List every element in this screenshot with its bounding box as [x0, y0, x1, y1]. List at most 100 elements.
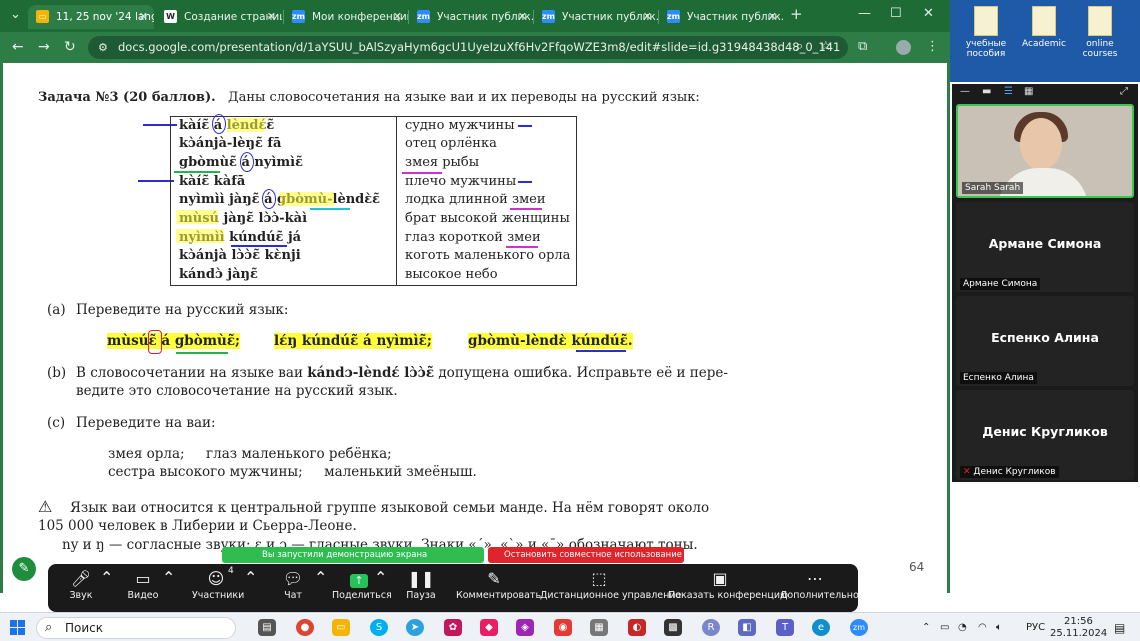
chevron-down-icon[interactable]: ⌃: [314, 568, 327, 587]
reload-icon[interactable]: ↻: [64, 39, 76, 55]
close-tab-icon[interactable]: ✕: [267, 5, 276, 29]
chat-button[interactable]: 💬︎ Чат: [280, 568, 306, 601]
pause-button[interactable]: ❚❚ Пауза: [406, 568, 436, 601]
show-meeting-button[interactable]: ▣ Показать конференцию: [668, 568, 788, 601]
close-window-icon[interactable]: ✕: [923, 6, 934, 21]
chevron-down-icon[interactable]: ⌃: [100, 568, 113, 587]
task-title-bold: Задача №3 (20 баллов).: [38, 90, 216, 105]
audio-button[interactable]: 🎤︎ Звук: [66, 568, 96, 601]
tray-app-icon[interactable]: ◔: [958, 622, 967, 633]
tab-zoom-3[interactable]: zm Участник публик. ✕: [534, 5, 658, 29]
tab-search-icon[interactable]: ⌄: [10, 7, 21, 22]
speaker-view-icon[interactable]: ▬: [982, 86, 991, 97]
app-icon[interactable]: R: [702, 619, 720, 636]
minimize-icon[interactable]: —: [858, 6, 871, 21]
minimize-panel-icon[interactable]: —: [960, 86, 970, 97]
gallery-view-icon[interactable]: ▦: [1024, 86, 1033, 97]
more-button[interactable]: ⋯ Дополнительно: [780, 568, 859, 601]
app-icon[interactable]: ◈: [516, 619, 534, 636]
russian-phrase: судно мужчины: [405, 118, 515, 133]
chat-icon: 💬︎: [282, 569, 304, 588]
participant-name: Денис Кругликов: [982, 424, 1108, 439]
close-tab-icon[interactable]: ✕: [393, 5, 402, 29]
zoom-icon: zm: [292, 10, 305, 23]
tab-slides[interactable]: ▭ 11, 25 nov '24 lang ✕: [28, 5, 154, 29]
forward-icon[interactable]: →: [38, 39, 50, 55]
back-icon[interactable]: ←: [12, 39, 24, 55]
strip-view-icon[interactable]: ☰: [1004, 86, 1013, 97]
notifications-icon[interactable]: ▤: [1114, 621, 1125, 635]
expand-panel-icon[interactable]: ⤢: [1120, 86, 1128, 97]
remote-control-button[interactable]: ⬚ Дистанционное управление: [540, 568, 681, 601]
file-explorer-icon[interactable]: ▭: [332, 619, 350, 636]
chrome-icon[interactable]: ●: [296, 619, 314, 636]
profile-avatar-icon[interactable]: [896, 40, 911, 55]
browser-menu-icon[interactable]: ⋮: [926, 39, 939, 54]
zoom-lens-icon[interactable]: ⌕: [796, 39, 803, 54]
stop-share-button[interactable]: Остановить совместное использование: [488, 547, 684, 563]
tray-app-icon[interactable]: ▭: [940, 622, 949, 633]
close-tab-icon[interactable]: ✕: [768, 5, 777, 29]
maximize-icon[interactable]: ☐: [890, 6, 902, 21]
volume-icon[interactable]: 🔈︎: [996, 622, 1002, 633]
ink-underline: [231, 245, 287, 247]
participant-tile[interactable]: Денис Кругликов ✕ Денис Кругликов: [956, 390, 1134, 480]
zoom-app-icon[interactable]: zm: [850, 619, 868, 636]
app-icon[interactable]: ◆: [480, 619, 498, 636]
telegram-icon[interactable]: ➤: [406, 619, 424, 636]
part-b-line-1: В словосочетании на языке ваи kándɔ-lènd…: [76, 365, 728, 381]
tray-overflow-icon[interactable]: ⌃: [922, 622, 930, 633]
url-field[interactable]: ⚙ docs.google.com/presentation/d/1aYSUU_…: [88, 36, 848, 59]
chevron-down-icon[interactable]: ⌃: [244, 568, 257, 587]
part-a-text: Переведите на русский язык:: [76, 302, 289, 318]
participants-count-badge: 4: [228, 566, 234, 576]
ink-circle: [212, 114, 226, 134]
annotate-button[interactable]: ✎ Комментировать: [456, 568, 541, 601]
teams-icon[interactable]: T: [776, 619, 794, 636]
taskbar-search-input[interactable]: ⌕ Поиск: [36, 617, 236, 639]
desktop-icon-online-courses[interactable]: online courses: [1072, 6, 1128, 59]
folder-icon: [974, 6, 998, 36]
app-icon[interactable]: ✿: [444, 619, 462, 636]
app-icon[interactable]: ▦: [590, 619, 608, 636]
app-icon[interactable]: ◧: [738, 619, 756, 636]
ink-circle: [240, 152, 254, 172]
annotate-pen-icon[interactable]: ✎: [12, 557, 36, 581]
chevron-down-icon[interactable]: ⌃: [374, 568, 387, 587]
close-tab-icon[interactable]: ✕: [139, 5, 148, 29]
tab-zoom-2[interactable]: zm Участник публик. ✕: [409, 5, 533, 29]
site-info-icon[interactable]: ⚙: [98, 36, 108, 59]
app-icon[interactable]: ◐: [628, 619, 646, 636]
tab-zoom-1[interactable]: zm Мои конференции ✕: [284, 5, 408, 29]
app-icon[interactable]: ◉: [554, 619, 572, 636]
language-indicator[interactable]: РУС: [1026, 622, 1045, 633]
close-tab-icon[interactable]: ✕: [643, 5, 652, 29]
extensions-icon[interactable]: ⧉: [858, 39, 867, 54]
video-feed: [1020, 118, 1062, 170]
part-c-line-2: сестра высокого мужчины; маленький змеён…: [108, 464, 477, 480]
task-view-icon[interactable]: ▤: [258, 619, 276, 636]
windows-start-icon[interactable]: [10, 620, 26, 636]
close-tab-icon[interactable]: ✕: [518, 5, 527, 29]
skype-icon[interactable]: S: [370, 619, 388, 636]
participant-tile[interactable]: Еспенко Алина Еспенко Алина: [956, 296, 1134, 386]
desktop-icon-textbooks[interactable]: учебные пособия: [958, 6, 1014, 59]
video-button[interactable]: ▭ Видео: [126, 568, 160, 601]
participant-label: Армане Симона: [960, 278, 1041, 290]
app-icon[interactable]: ▩: [664, 619, 682, 636]
bookmark-star-icon[interactable]: ☆: [820, 39, 832, 54]
participant-tile[interactable]: Армане Симона Армане Симона: [956, 202, 1134, 292]
clock-date[interactable]: 25.11.2024: [1050, 628, 1107, 639]
network-icon[interactable]: ◠: [978, 622, 987, 633]
chevron-down-icon[interactable]: ⌃: [162, 568, 175, 587]
clock-time[interactable]: 21:56: [1064, 616, 1093, 627]
edge-icon[interactable]: e: [812, 619, 830, 636]
ink-highlight: [227, 118, 265, 132]
participant-video-tile[interactable]: Sarah Sarah: [956, 104, 1134, 198]
tab-zoom-4[interactable]: zm Участник публик. ✕: [659, 5, 783, 29]
ink-underline: [174, 171, 220, 173]
new-tab-button[interactable]: +: [790, 5, 803, 23]
desktop-icon-academic[interactable]: Academic: [1016, 6, 1072, 49]
tab-wikipedia[interactable]: W Создание страниц ✕: [156, 5, 282, 29]
share-banner: Вы запустили демонстрацию экрана Останов…: [222, 547, 684, 563]
